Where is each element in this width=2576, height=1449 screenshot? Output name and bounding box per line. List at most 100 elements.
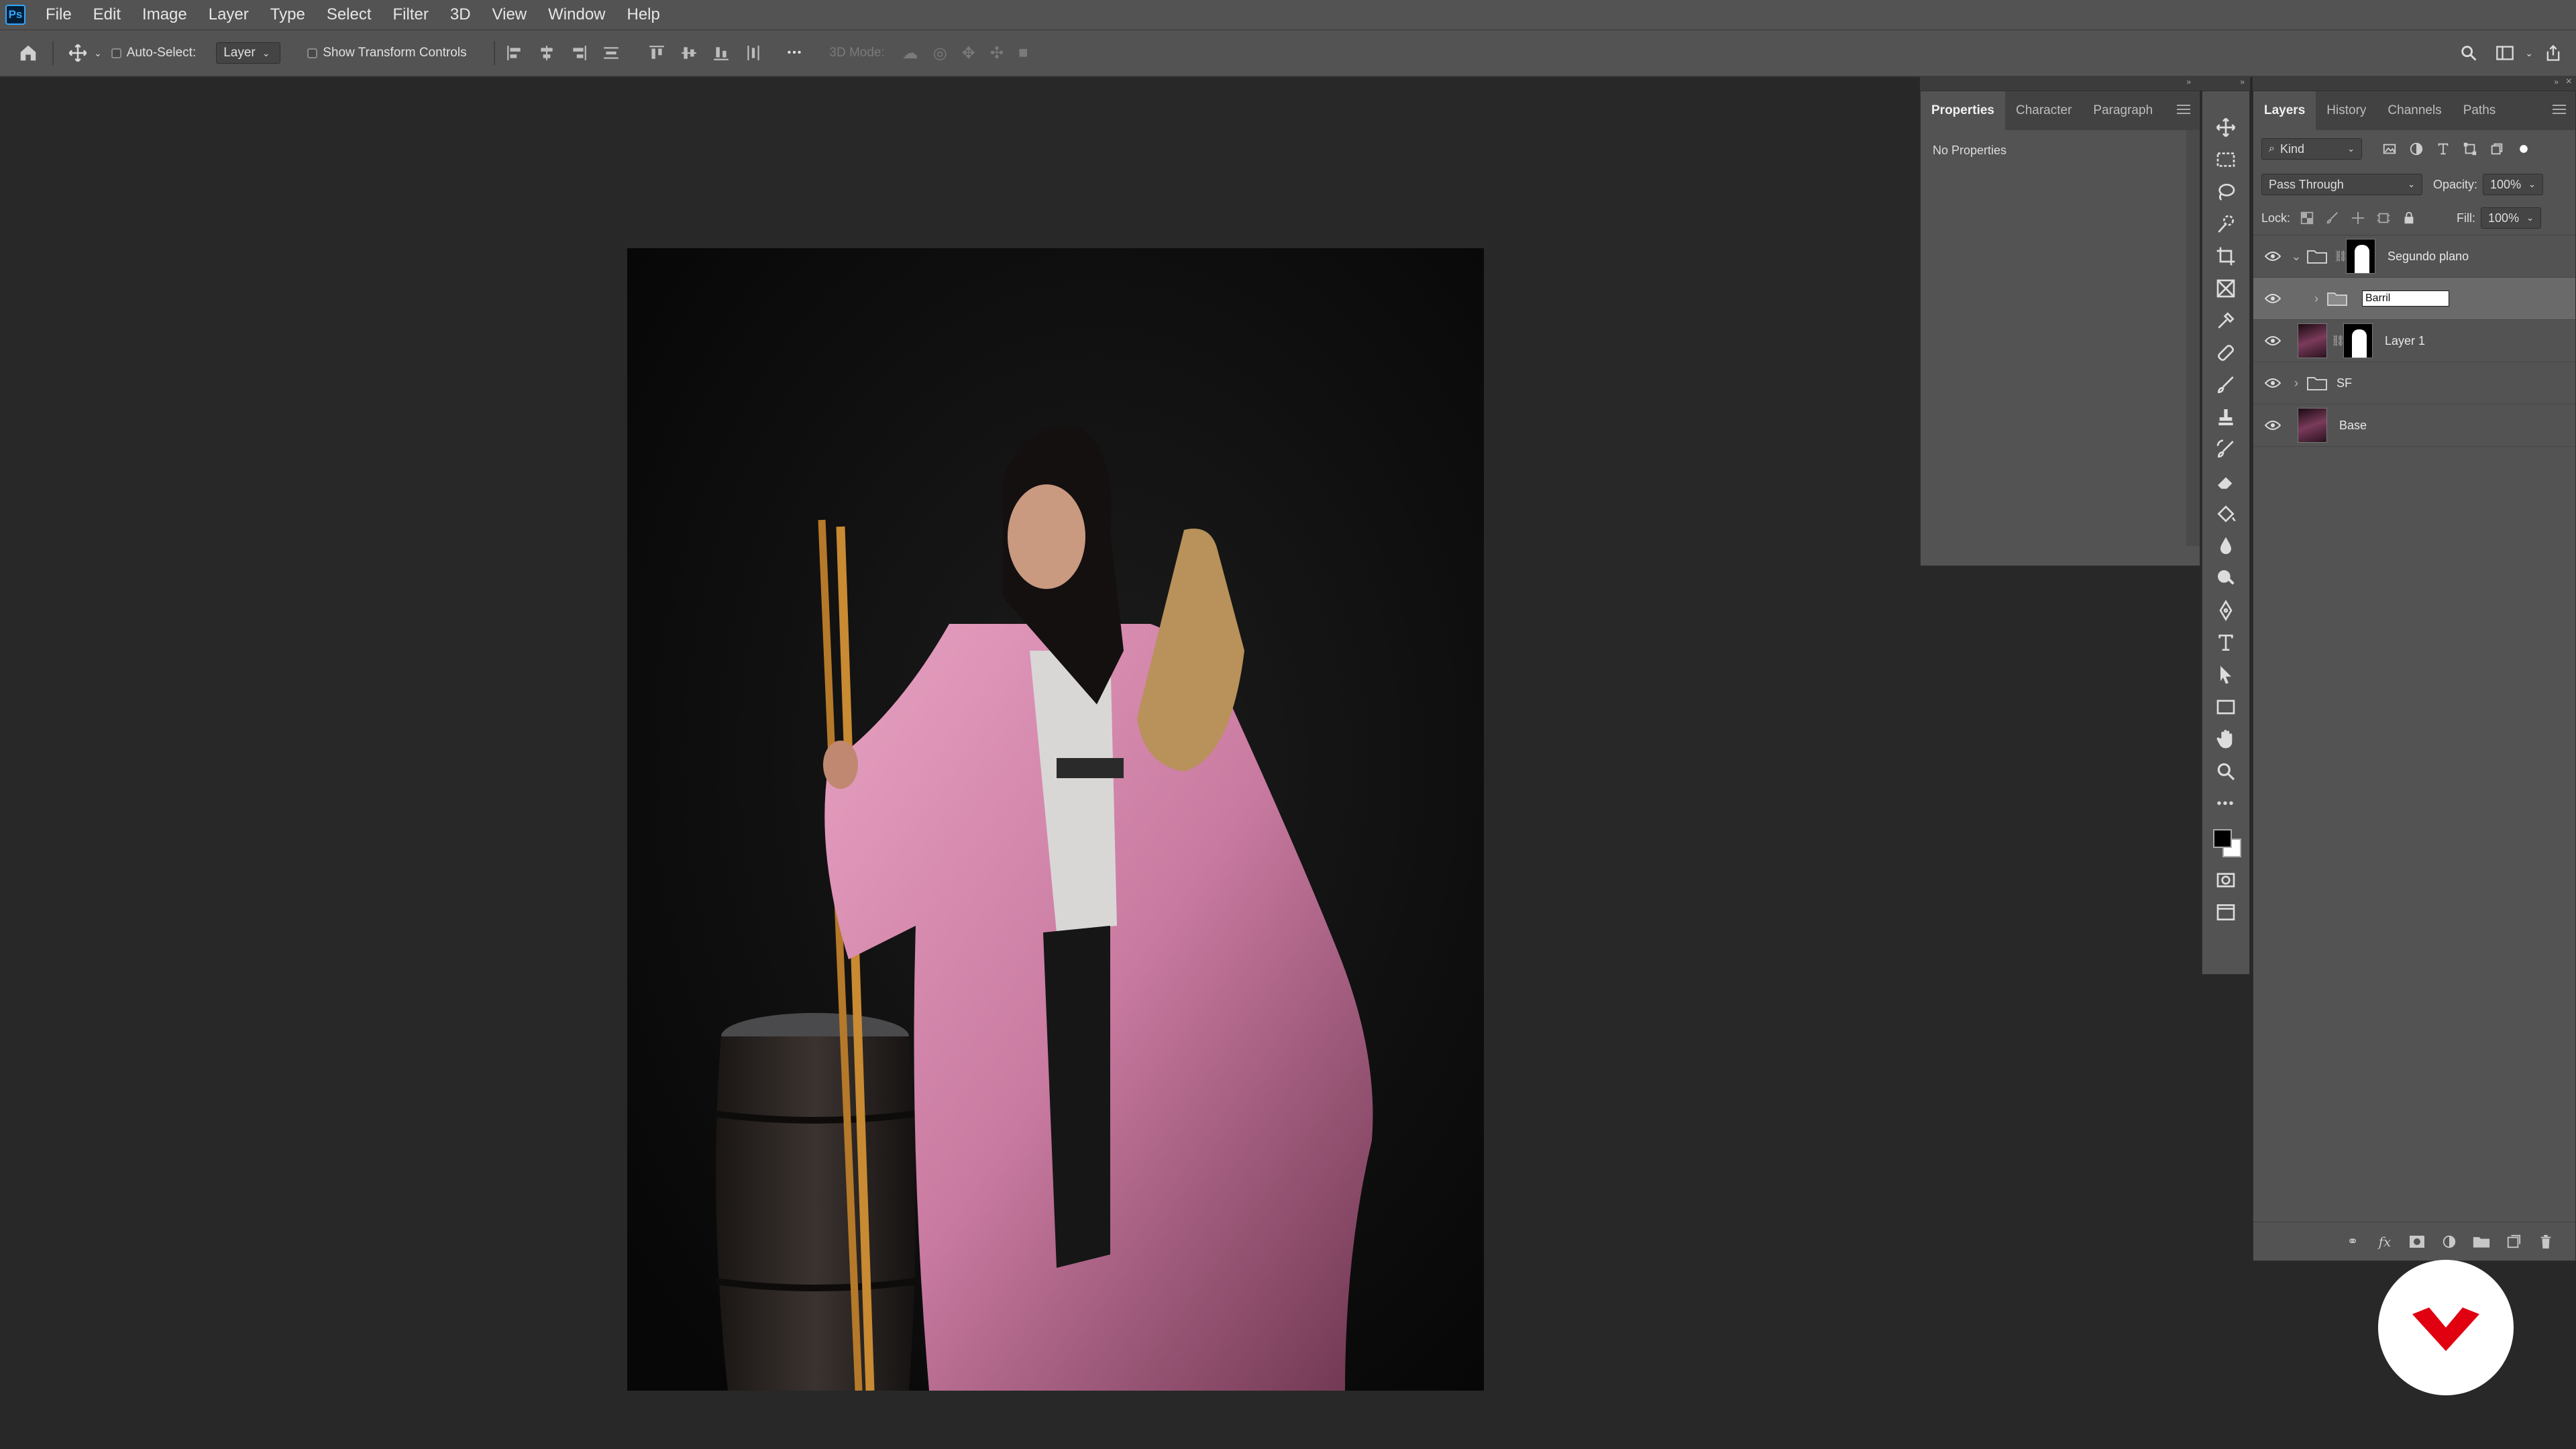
paint-bucket-tool-icon[interactable] — [2211, 499, 2241, 529]
menu-edit[interactable]: Edit — [93, 5, 121, 24]
filter-toggle-icon[interactable] — [2514, 139, 2534, 159]
collapse-panel-icon[interactable]: » — [2554, 77, 2559, 87]
new-layer-icon[interactable] — [2504, 1232, 2523, 1251]
search-icon[interactable] — [2455, 44, 2482, 62]
roll-3d-icon[interactable]: ◎ — [933, 44, 947, 63]
move-tool-icon[interactable] — [2211, 113, 2241, 142]
scale-3d-icon[interactable]: ■ — [1018, 44, 1028, 63]
eyedropper-tool-icon[interactable] — [2211, 306, 2241, 335]
layer-name[interactable]: Segundo plano — [2387, 250, 2469, 264]
menu-type[interactable]: Type — [270, 5, 305, 24]
tab-paths[interactable]: Paths — [2453, 91, 2507, 130]
layer-thumbnail[interactable] — [2298, 323, 2327, 358]
add-mask-icon[interactable] — [2408, 1232, 2426, 1251]
lock-transparent-pixels-icon[interactable] — [2300, 211, 2314, 225]
menu-window[interactable]: Window — [548, 5, 605, 24]
menu-select[interactable]: Select — [327, 5, 372, 24]
new-group-icon[interactable] — [2472, 1232, 2491, 1251]
shape-filter-icon[interactable] — [2460, 139, 2480, 159]
healing-brush-tool-icon[interactable] — [2211, 338, 2241, 368]
dodge-tool-icon[interactable] — [2211, 564, 2241, 593]
tab-properties[interactable]: Properties — [1921, 91, 2005, 130]
menu-help[interactable]: Help — [627, 5, 660, 24]
blur-tool-icon[interactable] — [2211, 531, 2241, 561]
chevron-down-icon[interactable]: ⌄ — [2288, 250, 2304, 264]
eraser-tool-icon[interactable] — [2211, 467, 2241, 496]
chevron-right-icon[interactable]: › — [2308, 292, 2324, 306]
smart-object-filter-icon[interactable] — [2487, 139, 2507, 159]
layer-thumbnail[interactable] — [2298, 408, 2327, 443]
slide-3d-icon[interactable]: ✣ — [990, 44, 1004, 63]
zoom-tool-icon[interactable] — [2211, 757, 2241, 786]
screen-mode-icon[interactable] — [2211, 898, 2241, 927]
foreground-color-swatch[interactable] — [2213, 829, 2232, 848]
more-options-button[interactable]: ••• — [788, 47, 803, 59]
link-layers-icon[interactable]: ⚭ — [2343, 1232, 2362, 1251]
chevron-right-icon[interactable]: › — [2288, 376, 2304, 390]
tab-history[interactable]: History — [2316, 91, 2377, 130]
tab-channels[interactable]: Channels — [2377, 91, 2452, 130]
eye-icon[interactable] — [2261, 372, 2284, 394]
layer-name[interactable]: Base — [2339, 419, 2367, 433]
layer-row[interactable]: ⛓ Layer 1 — [2253, 320, 2575, 362]
layer-name[interactable]: Layer 1 — [2385, 334, 2425, 348]
lasso-tool-icon[interactable] — [2211, 177, 2241, 207]
more-tools-icon[interactable]: ••• — [2211, 789, 2241, 818]
orbit-3d-icon[interactable]: ☁ — [902, 44, 918, 63]
layer-rename-input[interactable] — [2362, 290, 2449, 307]
distribute-vertical-icon[interactable] — [602, 44, 620, 62]
crop-tool-icon[interactable] — [2211, 241, 2241, 271]
clone-stamp-tool-icon[interactable] — [2211, 402, 2241, 432]
type-tool-icon[interactable] — [2211, 628, 2241, 657]
fill-field[interactable]: 100% ⌄ — [2481, 207, 2542, 229]
home-icon[interactable] — [15, 43, 42, 63]
menu-layer[interactable]: Layer — [209, 5, 249, 24]
workspace-icon[interactable] — [2491, 44, 2518, 62]
auto-select-target-dropdown[interactable]: Layer ⌄ — [216, 42, 281, 64]
panel-menu-icon[interactable] — [2177, 105, 2190, 114]
chevron-down-icon[interactable]: ⌄ — [94, 48, 102, 59]
close-icon[interactable]: × — [2566, 76, 2572, 88]
document-canvas[interactable] — [627, 248, 1484, 1391]
quick-mask-icon[interactable] — [2211, 865, 2241, 895]
menu-3d[interactable]: 3D — [450, 5, 471, 24]
align-left-icon[interactable] — [506, 44, 523, 62]
collapse-panel-icon[interactable]: » — [2240, 77, 2245, 87]
layer-mask-thumbnail[interactable] — [2346, 239, 2375, 274]
path-selection-tool-icon[interactable] — [2211, 660, 2241, 690]
brush-tool-icon[interactable] — [2211, 370, 2241, 400]
lock-all-icon[interactable] — [2402, 211, 2416, 225]
layer-kind-filter[interactable]: ⌕ Kind ⌄ — [2261, 138, 2362, 160]
type-filter-icon[interactable] — [2433, 139, 2453, 159]
rectangle-tool-icon[interactable] — [2211, 692, 2241, 722]
menu-view[interactable]: View — [492, 5, 527, 24]
eye-icon[interactable] — [2261, 287, 2284, 310]
eye-icon[interactable] — [2261, 245, 2284, 268]
blend-mode-dropdown[interactable]: Pass Through ⌄ — [2261, 174, 2422, 195]
eye-icon[interactable] — [2261, 329, 2284, 352]
eye-icon[interactable] — [2261, 414, 2284, 437]
layer-row[interactable]: › — [2253, 278, 2575, 320]
link-icon[interactable]: ⛓ — [2331, 334, 2345, 347]
hand-tool-icon[interactable] — [2211, 724, 2241, 754]
link-icon[interactable]: ⛓ — [2334, 250, 2347, 263]
layer-name[interactable]: SF — [2337, 376, 2352, 390]
adjustment-layer-icon[interactable] — [2440, 1232, 2459, 1251]
lock-artboard-icon[interactable] — [2376, 211, 2391, 225]
frame-tool-icon[interactable] — [2211, 274, 2241, 303]
pixel-filter-icon[interactable] — [2379, 139, 2400, 159]
layer-row[interactable]: Base — [2253, 405, 2575, 447]
lock-position-icon[interactable] — [2351, 211, 2365, 225]
align-top-icon[interactable] — [648, 44, 665, 62]
menu-file[interactable]: File — [46, 5, 72, 24]
properties-scrollbar[interactable] — [2186, 130, 2200, 546]
layer-mask-thumbnail[interactable] — [2343, 323, 2373, 358]
quick-selection-tool-icon[interactable] — [2211, 209, 2241, 239]
menu-image[interactable]: Image — [142, 5, 187, 24]
share-icon[interactable] — [2540, 44, 2567, 62]
history-brush-tool-icon[interactable] — [2211, 435, 2241, 464]
align-right-icon[interactable] — [570, 44, 588, 62]
layer-style-icon[interactable]: fx — [2375, 1232, 2394, 1251]
adjustment-filter-icon[interactable] — [2406, 139, 2426, 159]
tab-character[interactable]: Character — [2005, 91, 2082, 130]
